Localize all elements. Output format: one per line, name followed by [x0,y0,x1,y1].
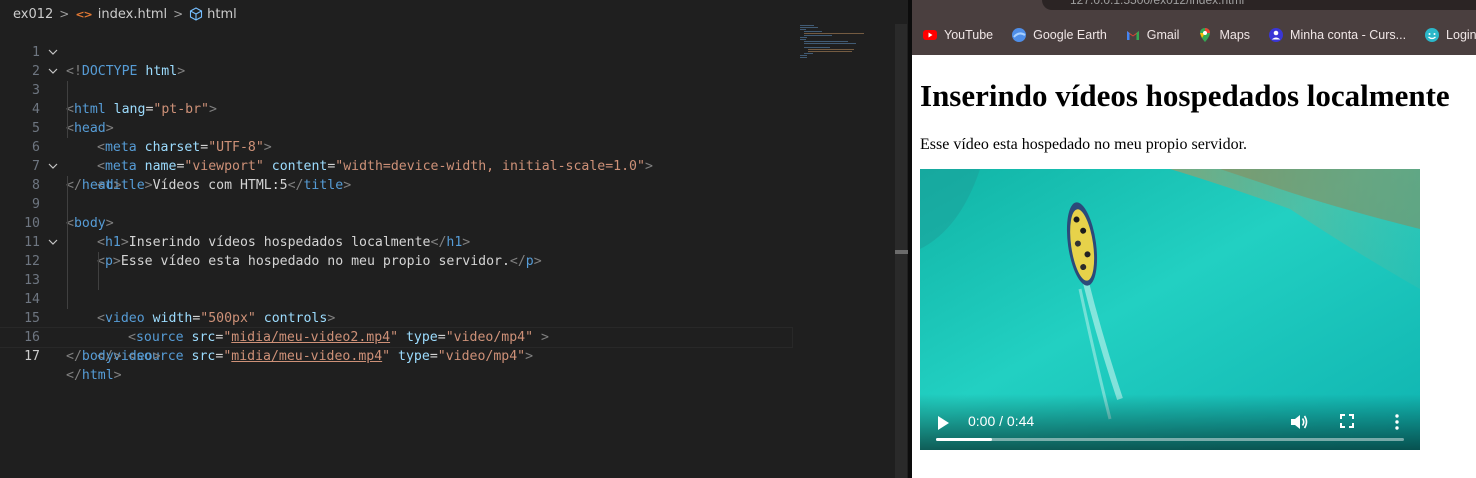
chevron-down-icon[interactable] [47,233,59,252]
video-progress-fill [936,438,993,441]
code-line[interactable]: 12 <video width="500px" controls> [0,233,800,326]
play-icon[interactable] [938,416,949,430]
bookmark-label: YouTube [944,27,994,42]
maps-icon [1200,27,1211,42]
chevron-down-icon[interactable] [47,157,59,176]
minimap[interactable] [800,24,890,64]
code-line[interactable]: 10 <p>Esse vídeo esta hospedado no meu p… [0,195,800,269]
bookmark-gmail[interactable]: Gmail [1125,27,1180,43]
code-line[interactable]: 9 <h1>Inserindo vídeos hospedados localm… [0,176,800,250]
web-page: Inserindo vídeos hospedados localmente E… [920,55,1476,154]
browser-toolbar: 127.0.0.1:5500/ex012/index.html [912,0,1476,14]
bookmarks-bar: YouTube Google Earth Gmail Maps Minha co… [912,14,1476,55]
code-line[interactable]: 16 </body> [0,309,800,364]
code-line[interactable]: 11 [0,214,800,250]
more-options-icon[interactable] [1394,414,1400,430]
chevron-down-icon[interactable] [47,62,59,81]
code-line[interactable]: 15 </video> [0,290,800,364]
html-file-icon: <> [75,7,92,21]
browser-window: 127.0.0.1:5500/ex012/index.html YouTube … [912,0,1476,478]
chevron-right-icon: > [59,7,70,21]
google-earth-icon [1012,27,1027,42]
breadcrumb-file-label: index.html [97,6,168,22]
bookmark-login[interactable]: Login [1424,27,1476,43]
breadcrumb-symbol-label: html [207,6,237,22]
page-heading: Inserindo vídeos hospedados localmente [920,78,1450,113]
breadcrumb-symbol[interactable]: html [189,7,237,22]
gmail-icon [1126,30,1139,40]
code-line[interactable]: 7 </head> [0,138,800,193]
code-line[interactable]: 1 <!DOCTYPE html> [0,24,800,79]
video-controls: 0:00 / 0:44 [920,394,1420,450]
code-line[interactable]: 5 <meta name="viewport" content="width=d… [0,100,800,174]
line-number: 17 [24,349,40,364]
bookmark-minha-conta[interactable]: Minha conta - Curs... [1268,27,1406,43]
bookmark-label: Login [1446,27,1476,42]
page-paragraph: Esse vídeo esta hospedado no meu propio … [920,136,1248,153]
video-player[interactable]: 0:00 / 0:44 [920,169,1420,450]
code-area[interactable]: 1 <!DOCTYPE html> 2 <html lang="pt-br"> … [0,24,800,383]
bookmark-maps[interactable]: Maps [1197,27,1250,43]
bookmark-label: Gmail [1146,27,1180,42]
code-line[interactable]: 6 <title>Vídeos com HTML:5</title> [0,119,800,193]
bookmark-label: Minha conta - Curs... [1290,27,1407,42]
code-line[interactable]: 14 <source src="midia/meu-video.mp4" typ… [0,271,800,364]
youtube-icon [923,29,937,40]
address-bar[interactable]: 127.0.0.1:5500/ex012/index.html [1042,0,1476,10]
code-line[interactable]: 3 <head> [0,62,800,136]
bookmark-label: Google Earth [1033,27,1107,42]
code-editor: ex012 > <> index.html > html 1 <!DOCTYPE… [0,0,909,478]
chevron-right-icon: > [173,7,184,21]
scrollbar-thumb[interactable] [895,250,909,254]
video-time: 0:00 / 0:44 [968,413,1035,429]
bookmark-google-earth[interactable]: Google Earth [1011,27,1107,43]
code-line[interactable]: 2 <html lang="pt-br"> [0,43,800,117]
code-line[interactable]: 13 <source src="midia/meu-video2.mp4" ty… [0,252,800,345]
login-icon [1425,27,1440,42]
account-icon [1269,27,1284,42]
breadcrumb-folder[interactable]: ex012 [13,7,53,22]
bookmark-label: Maps [1219,27,1251,42]
fullscreen-icon[interactable] [1340,414,1354,428]
bookmark-youtube[interactable]: YouTube [922,27,993,43]
code-line[interactable]: 4 <meta charset="UTF-8"> [0,81,800,155]
video-progress-bar[interactable] [936,438,1404,441]
volume-icon[interactable] [1290,414,1308,430]
code-line-current[interactable]: 17 </html> [0,327,793,383]
chevron-down-icon[interactable] [47,43,59,62]
breadcrumb-file[interactable]: <> index.html [75,7,167,22]
code-line[interactable]: 8 <body> [0,157,800,231]
cube-icon [190,7,203,21]
